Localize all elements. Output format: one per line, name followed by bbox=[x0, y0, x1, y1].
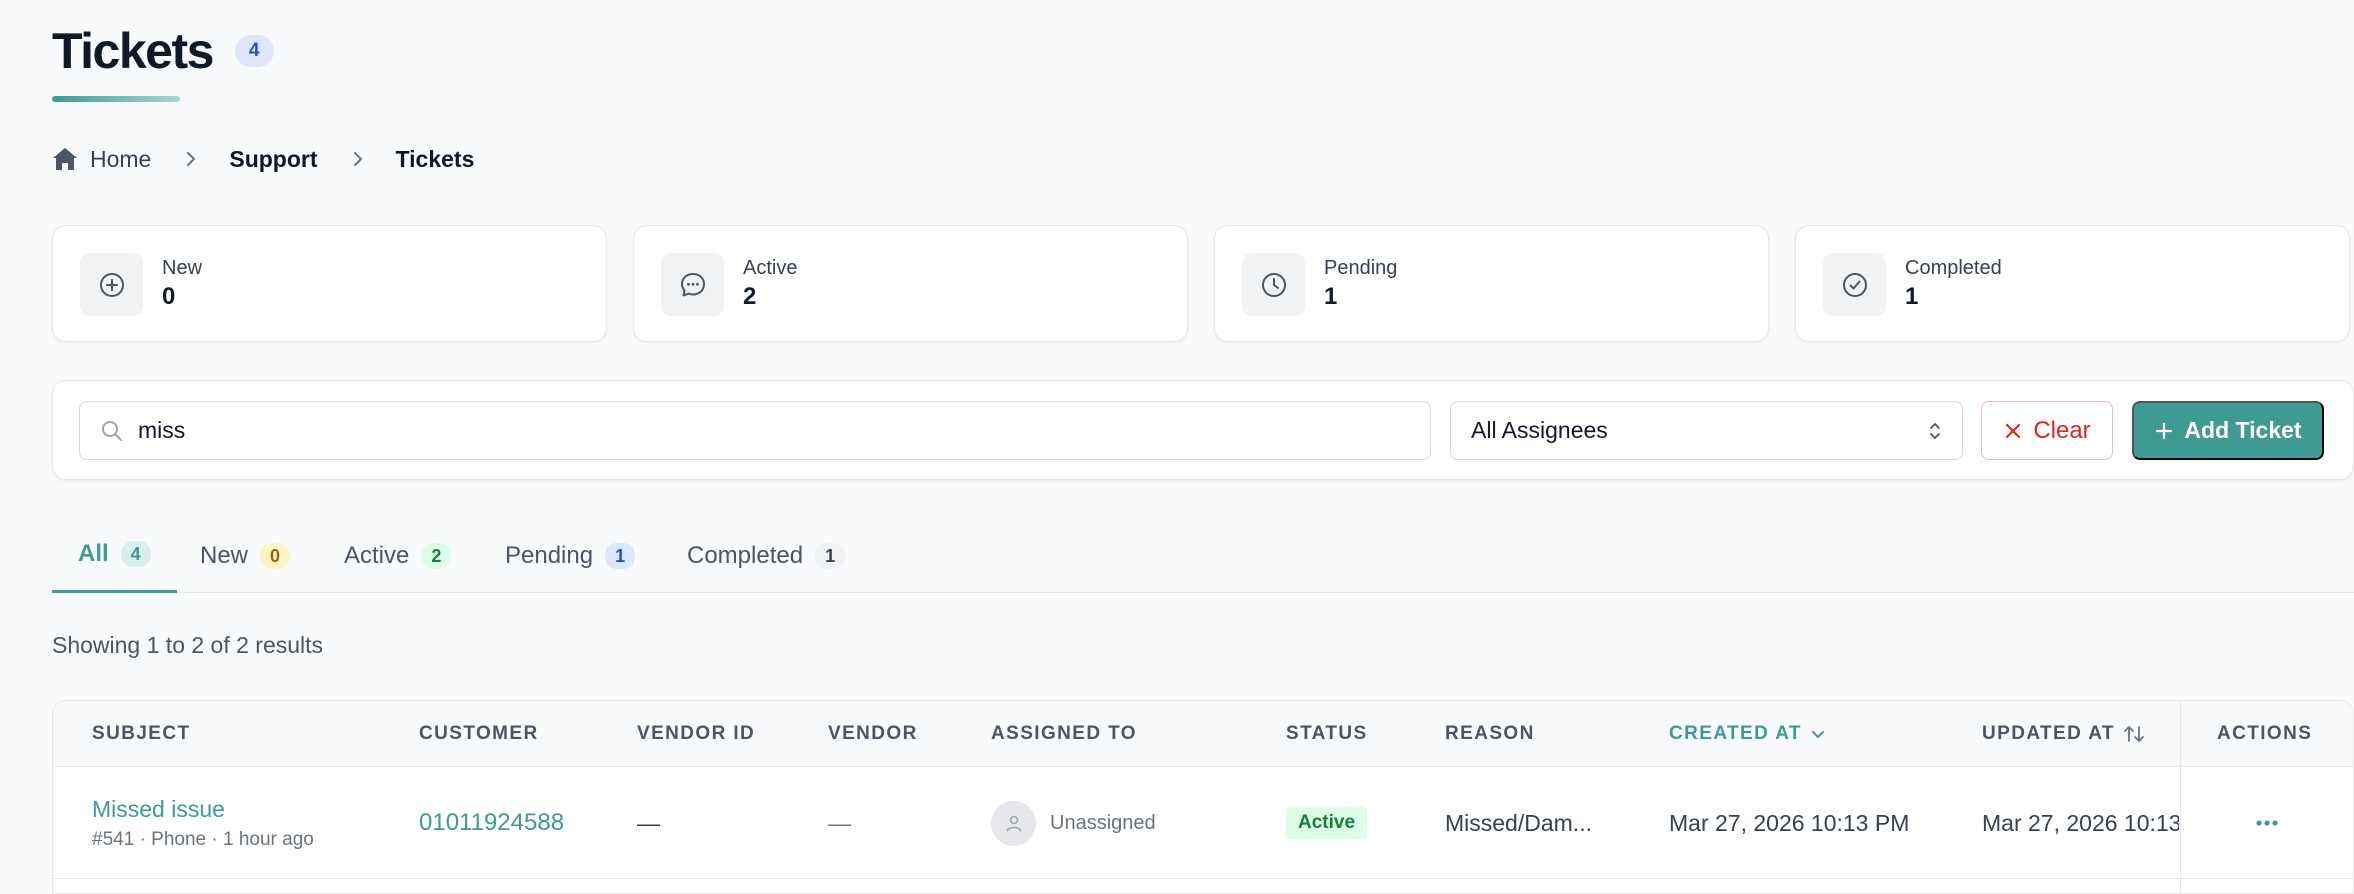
close-icon bbox=[2003, 421, 2023, 441]
ticket-channel: Phone bbox=[151, 828, 207, 850]
page-header: Tickets 4 bbox=[52, 22, 274, 80]
chevron-up-down-icon bbox=[1928, 421, 1942, 441]
tab-label: Active bbox=[344, 541, 410, 569]
sort-arrows-icon bbox=[2123, 724, 2145, 744]
tab-label: New bbox=[200, 541, 249, 569]
ticket-age: 1 hour ago bbox=[223, 828, 314, 850]
tickets-page: Tickets 4 Home Support Tickets New 0 Act… bbox=[52, 0, 2354, 894]
ticket-meta: #541 · Phone · 1 hour ago bbox=[92, 829, 314, 851]
stat-label: Pending bbox=[1324, 257, 1398, 279]
chevron-down-icon bbox=[1810, 726, 1826, 742]
meta-separator: · bbox=[211, 828, 224, 850]
stat-value: 2 bbox=[743, 283, 757, 310]
tab-count-badge: 1 bbox=[815, 542, 846, 569]
tab-all[interactable]: All 4 bbox=[52, 518, 177, 593]
stat-card-new[interactable]: New 0 bbox=[52, 225, 607, 342]
column-header-assigned-to[interactable]: Assigned To bbox=[991, 701, 1137, 767]
add-ticket-button[interactable]: Add Ticket bbox=[2132, 401, 2324, 460]
ticket-count-badge: 4 bbox=[234, 35, 274, 67]
assignee-select[interactable]: All Assignees bbox=[1450, 401, 1963, 460]
column-header-vendor-id[interactable]: Vendor ID bbox=[637, 701, 755, 767]
row-actions-cell bbox=[2255, 767, 2279, 879]
stat-label: New bbox=[162, 257, 203, 279]
ticket-number: #541 bbox=[92, 828, 135, 850]
status-cell: Active bbox=[1286, 767, 1368, 879]
stat-label: Active bbox=[743, 257, 798, 279]
search-input[interactable] bbox=[138, 417, 1388, 444]
vendor-cell: — bbox=[828, 809, 851, 836]
tab-count-badge: 1 bbox=[605, 542, 636, 569]
tickets-table: Subject Customer Vendor ID Vendor Assign… bbox=[52, 700, 2354, 894]
page-title: Tickets bbox=[52, 23, 214, 79]
clock-icon bbox=[1242, 253, 1305, 316]
chevron-right-icon bbox=[185, 151, 197, 167]
tab-new[interactable]: New 0 bbox=[174, 518, 316, 593]
tab-active[interactable]: Active 2 bbox=[318, 518, 477, 593]
updated-at-cell: Mar 27, 2026 10:13 bbox=[1982, 809, 2179, 836]
breadcrumb-support[interactable]: Support bbox=[229, 146, 317, 173]
more-horizontal-icon[interactable] bbox=[2255, 819, 2279, 827]
status-tabs: All 4 New 0 Active 2 Pending 1 Completed… bbox=[52, 518, 2354, 593]
tab-label: Pending bbox=[505, 541, 594, 569]
tab-count-badge: 0 bbox=[260, 542, 291, 569]
status-badge: Active bbox=[1286, 807, 1368, 839]
stat-label: Completed bbox=[1905, 257, 2002, 279]
stat-card-active[interactable]: Active 2 bbox=[633, 225, 1188, 342]
plus-icon bbox=[2154, 421, 2174, 441]
tab-label: Completed bbox=[687, 541, 804, 569]
breadcrumb-home[interactable]: Home bbox=[52, 146, 151, 173]
breadcrumb-current: Tickets bbox=[395, 145, 475, 172]
column-header-vendor[interactable]: Vendor bbox=[828, 701, 918, 767]
column-header-status[interactable]: Status bbox=[1286, 701, 1368, 767]
table-header: Subject Customer Vendor ID Vendor Assign… bbox=[53, 701, 2353, 767]
reason-cell: Missed/Dam... bbox=[1445, 809, 1592, 836]
assigned-to-cell: Unassigned bbox=[991, 767, 1156, 879]
created-at-cell: Mar 27, 2026 10:13 PM bbox=[1669, 809, 1910, 836]
meta-separator: · bbox=[139, 828, 152, 850]
filter-bar: All Assignees Clear Add Ticket bbox=[52, 380, 2354, 480]
tab-completed[interactable]: Completed 1 bbox=[661, 518, 871, 593]
assignee-name: Unassigned bbox=[1050, 811, 1156, 834]
plus-circle-icon bbox=[80, 253, 143, 316]
column-header-updated-at[interactable]: Updated At bbox=[1982, 701, 2145, 767]
add-ticket-button-label: Add Ticket bbox=[2184, 417, 2302, 443]
table-row[interactable]: Missed issue #541 · Phone · 1 hour ago 0… bbox=[53, 767, 2353, 879]
customer-cell: 01011924588 bbox=[419, 767, 564, 879]
tab-count-badge: 2 bbox=[421, 542, 452, 569]
column-header-actions: Actions bbox=[2217, 723, 2313, 744]
chevron-right-icon bbox=[352, 151, 364, 167]
breadcrumb-home-label: Home bbox=[90, 145, 152, 172]
breadcrumb: Home Support Tickets bbox=[52, 142, 474, 176]
search-box[interactable] bbox=[79, 401, 1431, 460]
stat-card-completed[interactable]: Completed 1 bbox=[1795, 225, 2350, 342]
tab-pending[interactable]: Pending 1 bbox=[479, 518, 661, 593]
assignee-select-value: All Assignees bbox=[1471, 417, 1608, 443]
column-header-reason[interactable]: Reason bbox=[1445, 701, 1535, 767]
stat-value: 1 bbox=[1905, 283, 1919, 310]
ticket-subject-link[interactable]: Missed issue bbox=[92, 796, 225, 823]
clear-button[interactable]: Clear bbox=[1981, 401, 2113, 460]
column-header-label: Updated At bbox=[1982, 723, 2115, 744]
column-header-customer[interactable]: Customer bbox=[419, 701, 539, 767]
stat-value: 0 bbox=[162, 283, 176, 310]
search-icon bbox=[100, 419, 124, 443]
home-icon bbox=[52, 147, 78, 171]
title-underline bbox=[52, 96, 180, 102]
tab-count-badge: 4 bbox=[120, 541, 151, 567]
stat-card-pending[interactable]: Pending 1 bbox=[1214, 225, 1769, 342]
subject-cell: Missed issue #541 · Phone · 1 hour ago bbox=[92, 767, 314, 879]
results-summary: Showing 1 to 2 of 2 results bbox=[52, 632, 324, 658]
vendor-id-cell: — bbox=[637, 809, 660, 836]
user-icon bbox=[991, 800, 1036, 846]
customer-link[interactable]: 01011924588 bbox=[419, 809, 564, 837]
chat-bubble-icon bbox=[661, 253, 724, 316]
clear-button-label: Clear bbox=[2033, 416, 2091, 444]
column-header-label: Created At bbox=[1669, 723, 1802, 744]
column-header-subject[interactable]: Subject bbox=[92, 701, 190, 767]
column-header-created-at[interactable]: Created At bbox=[1669, 701, 1826, 767]
tab-label: All bbox=[78, 540, 109, 567]
check-circle-icon bbox=[1823, 253, 1886, 316]
stat-cards: New 0 Active 2 Pending 1 Completed 1 bbox=[52, 225, 2354, 343]
stat-value: 1 bbox=[1324, 283, 1338, 310]
